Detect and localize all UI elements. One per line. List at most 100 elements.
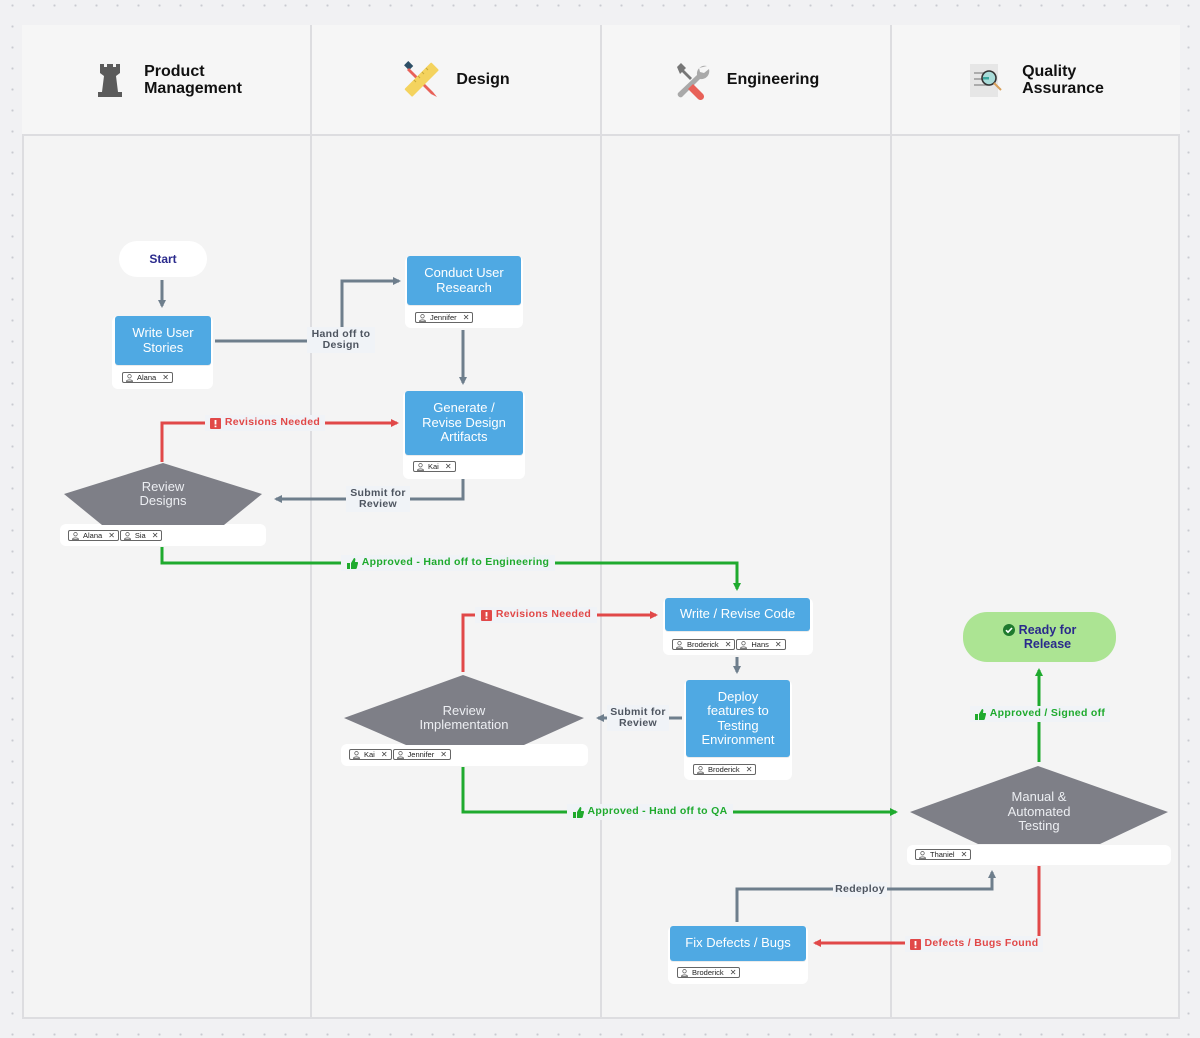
edge-label-defects-found: Defects / Bugs Found [905,936,1043,952]
assignee-chip[interactable]: Thaniel ✕ [915,849,972,860]
remove-assignee-icon[interactable]: ✕ [445,462,452,471]
lane-header-design[interactable]: Design [312,25,602,136]
thumbs-up-icon [974,708,986,720]
review-designs-node[interactable]: Review Designs [64,463,262,525]
lane-header-engineering[interactable]: Engineering [602,25,892,136]
assignee-name: Broderick [687,640,719,649]
edge-label-design-revisions: Revisions Needed [205,415,325,431]
ready-for-release-node[interactable]: Ready for Release [963,612,1116,662]
assignee-name: Sia [134,531,146,540]
lane-header-quality-assurance[interactable]: Quality Assurance [892,25,1180,136]
wrench-screwdriver-icon [676,62,710,100]
edge-label-submit-impl-review: Submit for Review [607,705,669,731]
conduct-user-research-node[interactable]: Conduct User Research [407,256,521,305]
write-code-node[interactable]: Write / Revise Code [665,598,810,631]
assignees: Broderick ✕ Hans ✕ [672,639,786,650]
deploy-testing-node[interactable]: Deploy features to Testing Environment [686,680,790,757]
exclamation-icon [209,417,221,429]
review-implementation-node[interactable]: Review Implementation [344,675,584,745]
assignee-name: Alana [83,531,103,540]
fix-defects-node[interactable]: Fix Defects / Bugs [670,926,806,961]
user-icon [126,373,133,382]
assignee-name: Thaniel [930,850,955,859]
remove-assignee-icon[interactable]: ✕ [162,373,169,382]
assignees: Kai ✕ [413,461,456,472]
assignee-chip[interactable]: Kai ✕ [349,749,392,760]
remove-assignee-icon[interactable]: ✕ [108,531,115,540]
remove-assignee-icon[interactable]: ✕ [746,765,753,774]
assignee-chip[interactable]: Broderick ✕ [693,764,757,775]
assignee-chip[interactable]: Broderick ✕ [677,967,741,978]
assignee-chip[interactable]: Sia ✕ [119,530,163,541]
assignees: Thaniel ✕ [915,849,972,860]
node-label: Review Designs [139,478,187,508]
assignee-name: Broderick [692,968,724,977]
remove-assignee-icon[interactable]: ✕ [961,850,968,859]
node-label: Deploy features to Testing Environment [701,688,775,747]
exclamation-icon [909,938,921,950]
remove-assignee-icon[interactable]: ✕ [463,313,470,322]
node-label: Generate / Revise Design Artifacts [422,400,506,445]
chess-rook-icon [98,63,123,97]
remove-assignee-icon[interactable]: ✕ [725,640,732,649]
assignee-name: Alana [137,373,157,382]
generate-design-node[interactable]: Generate / Revise Design Artifacts [405,391,523,455]
assignee-chip[interactable]: Jennifer ✕ [415,312,474,323]
thumbs-up-icon [572,806,584,818]
node-label: Write User Stories [132,325,194,355]
user-icon [72,531,79,540]
assignees: Alana ✕ Sia ✕ [68,530,163,541]
assignees: Kai ✕ Jennifer ✕ [349,749,451,760]
assignee-chip[interactable]: Broderick ✕ [672,639,736,650]
assignee-name: Kai [428,462,439,471]
node-label: Ready for Release [1018,623,1077,651]
node-label: Manual & Automated Testing [1007,789,1071,834]
user-icon [681,968,688,977]
assignee-chip[interactable]: Kai ✕ [413,461,456,472]
exclamation-icon [480,609,492,621]
remove-assignee-icon[interactable]: ✕ [381,750,388,759]
assignee-name: Jennifer [430,313,457,322]
edge-label-submit-design-review: Submit for Review [346,486,410,512]
edge-label-handoff-design: Hand off to Design [307,327,375,353]
edge-label-approved-signed-off: Approved / Signed off [970,706,1110,722]
node-label: Conduct User Research [424,265,504,295]
assignee-name: Jennifer [407,750,435,759]
assignees: Alana ✕ [122,372,173,383]
assignee-chip[interactable]: Jennifer ✕ [392,749,451,760]
user-icon [919,850,926,859]
assignee-name: Kai [364,750,375,759]
ruler-pencil-icon [404,60,439,97]
lane-title: Quality Assurance [1022,62,1104,97]
edge-label-code-revisions: Revisions Needed [475,607,597,623]
assignee-name: Broderick [708,765,740,774]
assignees: Jennifer ✕ [415,312,474,323]
edge-label-approved-qa: Approved - Hand off to QA [567,804,733,820]
assignee-name: Hans [751,640,769,649]
document-magnifier-icon [970,63,1002,97]
user-icon [353,750,360,759]
start-node[interactable]: Start [119,241,207,277]
edge-label-redeploy: Redeploy [833,882,887,897]
remove-assignee-icon[interactable]: ✕ [440,750,447,759]
lane-title: Engineering [726,71,820,88]
assignee-chip[interactable]: Alana ✕ [122,372,173,383]
user-icon [417,462,424,471]
start-label: Start [149,252,177,266]
testing-node[interactable]: Manual & Automated Testing [910,766,1168,844]
user-icon [676,640,683,649]
lane-title: Product Management [144,62,242,97]
user-icon [123,531,131,540]
remove-assignee-icon[interactable]: ✕ [730,968,737,977]
remove-assignee-icon[interactable]: ✕ [775,640,782,649]
user-icon [697,765,704,774]
lane-title: Design [456,71,510,88]
user-icon [396,750,404,759]
thumbs-up-icon [346,557,358,569]
remove-assignee-icon[interactable]: ✕ [152,531,159,540]
lane-header-product-management[interactable]: Product Management [22,25,312,136]
assignee-chip[interactable]: Hans ✕ [736,639,786,650]
check-circle-icon [1002,624,1015,636]
write-user-stories-node[interactable]: Write User Stories [115,316,211,365]
assignee-chip[interactable]: Alana ✕ [68,530,119,541]
